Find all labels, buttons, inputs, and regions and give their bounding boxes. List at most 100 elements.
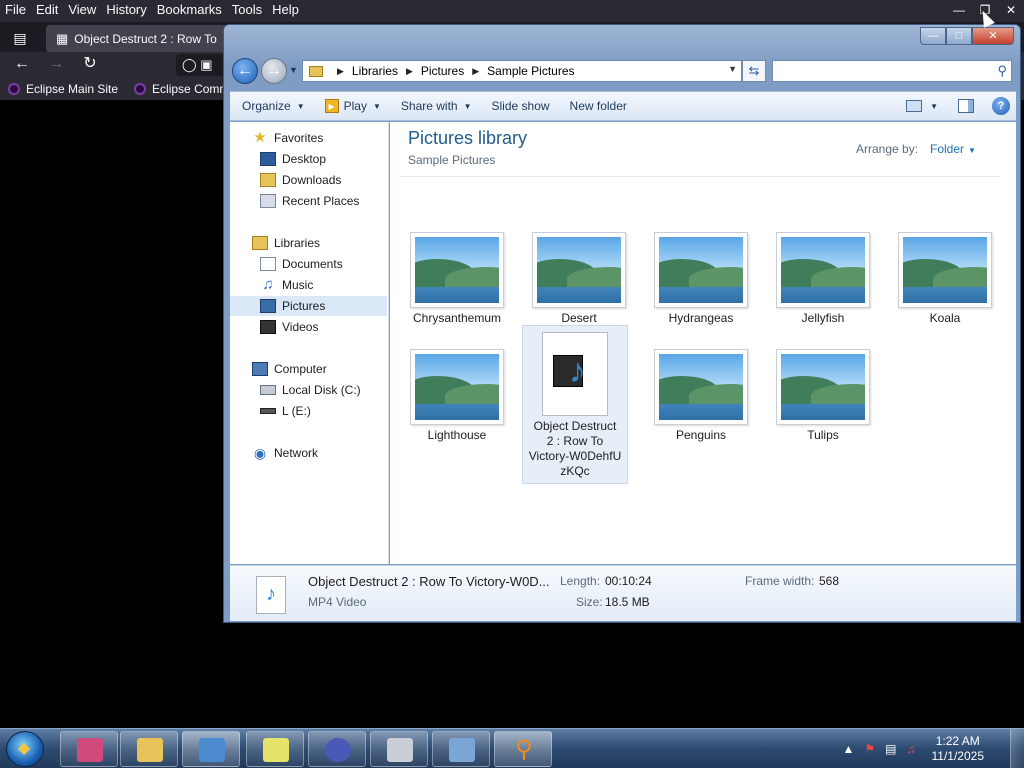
file-tile-jellyfish[interactable]: Jellyfish [768,232,878,326]
taskbar-app-explorer[interactable] [120,731,178,767]
explorer-window: — □ ✕ ← → ▼ ▶ Libraries ▶ Pictures ▶ Sam… [223,24,1021,623]
nav-computer[interactable]: Computer [252,359,327,379]
libraries-icon [252,236,268,250]
organize-button[interactable]: Organize ▼ [230,99,315,113]
file-tile-tulips[interactable]: Tulips [768,349,878,443]
nav-favorites[interactable]: ★ Favorites [252,128,323,148]
file-tile-video-selected[interactable]: ♪ Object Destruct 2 : Row To Victory-W0D… [522,325,628,484]
help-icon[interactable]: ? [992,97,1010,115]
menu-file[interactable]: File [0,0,31,20]
nav-desktop[interactable]: Desktop [260,149,326,169]
show-desktop-button[interactable] [1010,729,1024,768]
menu-tools[interactable]: Tools [227,0,267,20]
file-tile-lighthouse[interactable]: Lighthouse [402,349,512,443]
image-thumbnail [898,232,992,308]
nav-libraries[interactable]: Libraries [252,233,320,253]
minimize-button[interactable]: — [920,27,946,45]
taskbar-app-search[interactable]: ⚲ [494,731,552,767]
nav-network[interactable]: ◉ Network [252,443,318,463]
details-size-label: Size: [576,595,603,609]
clock[interactable]: 1:22 AM 11/1/2025 [932,734,985,764]
file-tile-desert[interactable]: Desert [524,232,634,326]
browser-minimize-button[interactable]: — [946,0,972,20]
browser-close-button[interactable]: ✕ [998,0,1024,20]
new-folder-button[interactable]: New folder [560,99,637,113]
taskbar-app-firefox[interactable] [60,731,118,767]
menu-view[interactable]: View [63,0,101,20]
nav-drive-e[interactable]: L (E:) [260,401,311,421]
clock-time: 1:22 AM [935,734,980,748]
taskbar-app-sticky-notes[interactable] [246,731,304,767]
browser-tab[interactable]: ▦ Object Destruct 2 : Row To [46,25,246,53]
nav-local-disk[interactable]: Local Disk (C:) [260,380,361,400]
chevron-down-icon: ▼ [372,101,381,111]
change-view-icon[interactable] [906,100,923,112]
taskbar-app-gear[interactable] [308,731,366,767]
breadcrumb-separator-icon[interactable]: ▶ [406,66,413,77]
file-tile-chrysanthemum[interactable]: Chrysanthemum [402,232,512,326]
forward-button[interactable]: → [261,58,287,84]
file-tile-penguins[interactable]: Penguins [646,349,756,443]
network-icon[interactable]: ▤ [885,742,896,756]
chevron-down-icon: ▼ [463,101,472,111]
preview-pane-icon[interactable] [958,99,974,113]
breadcrumb-libraries[interactable]: Libraries [352,64,398,78]
address-dropdown-icon[interactable]: ▼ [728,64,737,74]
view-dropdown-icon[interactable]: ▼ [930,102,938,111]
shield-icon[interactable]: ◯ [182,57,197,72]
play-button[interactable]: ▶ Play ▼ [315,99,391,113]
arrange-by-dropdown[interactable]: Folder ▼ [930,142,976,156]
tab-list-icon[interactable]: ▤ [6,26,34,50]
show-hidden-icons-icon[interactable]: ▲ [843,742,855,756]
breadcrumb-separator-icon[interactable]: ▶ [337,66,344,77]
nav-pictures[interactable]: Pictures [230,296,387,316]
menu-history[interactable]: History [101,0,151,20]
volume-muted-icon[interactable]: ♫ [907,742,916,756]
nav-music[interactable]: ♫ Music [260,275,313,295]
details-file-name: Object Destruct 2 : Row To Victory-W0D..… [308,574,550,589]
address-bar[interactable]: ▶ Libraries ▶ Pictures ▶ Sample Pictures… [302,60,742,82]
lock-icon[interactable]: ▣ [200,57,212,72]
music-note-icon: ♫ [262,276,274,293]
menu-edit[interactable]: Edit [31,0,63,20]
start-button[interactable] [6,731,44,767]
tray-icons: ▲ ⚑ ▤ ♫ [833,742,916,756]
recent-pages-dropdown-icon[interactable]: ▼ [289,65,298,75]
nav-downloads[interactable]: Downloads [260,170,341,190]
breadcrumb-separator-icon[interactable]: ▶ [472,66,479,77]
taskbar-app-control-panel[interactable] [182,731,240,767]
search-icon[interactable]: ⚲ [997,63,1007,79]
breadcrumb-pictures[interactable]: Pictures [421,64,464,78]
maximize-button[interactable]: □ [946,27,972,45]
reload-icon[interactable]: ↻ [78,53,102,75]
close-button[interactable]: ✕ [972,27,1014,45]
network-computer-icon [449,738,475,762]
share-with-button[interactable]: Share with ▼ [391,99,482,113]
file-tile-hydrangeas[interactable]: Hydrangeas [646,232,756,326]
refresh-button[interactable]: ⇆ [742,60,766,82]
nav-recent-places[interactable]: Recent Places [260,191,359,211]
menu-help[interactable]: Help [267,0,304,20]
file-list-pane: Pictures library Sample Pictures Arrange… [390,122,1016,564]
bookmark-eclipse-main[interactable]: Eclipse Main Site [8,82,118,96]
menu-bookmarks[interactable]: Bookmarks [152,0,227,20]
back-button[interactable]: ← [232,58,258,84]
taskbar-app-network[interactable] [432,731,490,767]
browser-menubar: File Edit View History Bookmarks Tools H… [0,0,304,20]
nav-documents[interactable]: Documents [260,254,343,274]
back-arrow-icon[interactable]: ← [10,53,34,75]
details-frame-width-label: Frame width: [745,574,815,588]
forward-arrow-icon[interactable]: → [44,53,68,75]
slide-show-button[interactable]: Slide show [482,99,560,113]
file-tile-koala[interactable]: Koala [890,232,1000,326]
taskbar-app-calculator[interactable] [370,731,428,767]
action-center-icon[interactable]: ⚑ [864,742,875,756]
details-length-label: Length: [560,574,601,588]
computer-icon [252,362,268,376]
nav-videos[interactable]: Videos [260,317,318,337]
breadcrumb-sample-pictures[interactable]: Sample Pictures [487,64,574,78]
star-icon: ★ [253,129,267,146]
search-input[interactable]: ⚲ [772,60,1012,82]
recent-places-icon [260,194,276,208]
bookmark-eclipse-comm[interactable]: Eclipse Comm [134,82,229,96]
